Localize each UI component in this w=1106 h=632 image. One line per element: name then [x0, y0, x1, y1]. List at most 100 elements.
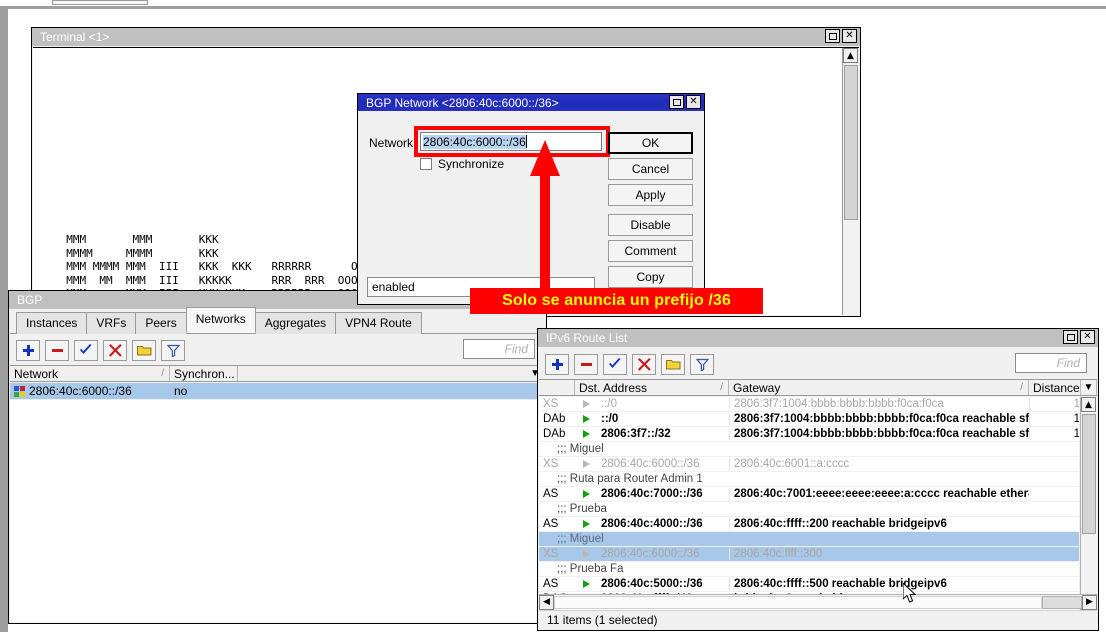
column-chooser[interactable]: ▼	[1081, 380, 1097, 395]
terminal-scrollbar[interactable]: ▲	[842, 48, 859, 315]
table-row[interactable]: DAb2806:3f7::/322806:3f7:1004:bbbb:bbbb:…	[539, 427, 1079, 442]
table-row[interactable]: AS2806:40c:7000::/362806:40c:7001:eeee:e…	[539, 487, 1079, 502]
table-row[interactable]: AS2806:40c:4000::/362806:40c:ffff::200 r…	[539, 517, 1079, 532]
route-comment-text: ;;; Prueba Fa	[539, 563, 1079, 575]
column-distance[interactable]: Distance	[1029, 380, 1081, 395]
column-gateway[interactable]: Gateway /	[729, 380, 1029, 395]
cell-flags: AS	[539, 578, 575, 590]
maximize-icon[interactable]	[1063, 330, 1078, 344]
maximize-icon[interactable]	[825, 29, 840, 43]
route-status-bar: 11 items (1 selected)	[539, 610, 1097, 629]
route-list-titlebar[interactable]: IPv6 Route List ✕	[538, 329, 1098, 347]
bgp-grid-body[interactable]: 2806:40c:6000::/36 no	[10, 383, 545, 622]
cell-flags: AS	[539, 518, 575, 530]
ipv6-route-list-window[interactable]: IPv6 Route List ✕ Find Dst. Address	[537, 328, 1099, 631]
comment-icon[interactable]	[132, 340, 156, 361]
cell-distance: 1	[1029, 398, 1079, 410]
column-dst-address-label: Dst. Address	[579, 381, 647, 395]
table-row[interactable]: 2806:40c:6000::/36 no	[10, 383, 545, 400]
tab-aggregates[interactable]: Aggregates	[255, 312, 336, 334]
check-icon[interactable]	[74, 340, 98, 361]
cancel-button[interactable]: Cancel	[608, 158, 693, 180]
route-comment-row[interactable]: ;;; Prueba Fa	[539, 562, 1079, 577]
funnel-icon[interactable]	[161, 340, 185, 361]
route-list-window-controls[interactable]: ✕	[1063, 330, 1095, 344]
bgp-tabbar[interactable]: Instances VRFs Peers Networks Aggregates…	[10, 310, 545, 334]
bgp-toolbar[interactable]: Find	[10, 335, 545, 365]
synchronize-checkbox-row[interactable]: Synchronize	[420, 157, 504, 171]
tab-vpn4-route[interactable]: VPN4 Route	[335, 312, 422, 334]
scroll-right-icon[interactable]: ▶	[1082, 595, 1097, 610]
column-synchronize[interactable]: Synchron...	[170, 366, 238, 381]
route-grid-body[interactable]: XS::/02806:3f7:1004:bbbb:bbbb:bbbb:f0ca:…	[539, 397, 1079, 614]
cell-flags: XS	[539, 398, 575, 410]
column-network[interactable]: Network /	[10, 366, 170, 381]
tab-vrfs[interactable]: VRFs	[86, 312, 136, 334]
bgp-find-input[interactable]: Find	[463, 339, 535, 359]
route-comment-text: ;;; Miguel	[539, 443, 1079, 455]
tab-peers[interactable]: Peers	[135, 312, 186, 334]
route-vertical-scrollbar[interactable]: ▲ ▼	[1080, 397, 1097, 614]
scroll-up-icon[interactable]: ▲	[843, 48, 858, 63]
cell-network-text: 2806:40c:6000::/36	[29, 384, 132, 398]
bgp-grid-header: Network / Synchron... ▼	[10, 365, 545, 382]
terminal-window-controls[interactable]: ✕	[825, 29, 857, 43]
route-find-input[interactable]: Find	[1015, 353, 1087, 373]
route-horizontal-scrollbar[interactable]: ◀ ▶	[539, 594, 1097, 609]
cell-gateway: 2806:40c:7001:eeee:eeee:eeee:a:cccc reac…	[729, 488, 1029, 500]
scrollbar-thumb[interactable]	[1082, 414, 1096, 534]
route-comment-row[interactable]: ;;; Miguel	[539, 532, 1079, 547]
close-icon[interactable]: ✕	[1080, 330, 1095, 344]
x-icon[interactable]	[103, 340, 127, 361]
tab-networks[interactable]: Networks	[186, 307, 256, 333]
cell-synchronize: no	[170, 384, 238, 398]
apply-button[interactable]: Apply	[608, 184, 693, 206]
synchronize-checkbox[interactable]	[420, 158, 432, 170]
scroll-up-icon[interactable]: ▲	[1081, 397, 1096, 412]
disable-button[interactable]: Disable	[608, 214, 693, 236]
x-icon[interactable]	[632, 354, 656, 375]
maximize-icon[interactable]	[669, 95, 684, 109]
ok-button[interactable]: OK	[608, 132, 693, 154]
route-list-toolbar[interactable]: Find	[539, 349, 1097, 379]
comment-button[interactable]: Comment	[608, 240, 693, 262]
route-comment-row[interactable]: ;;; Miguel	[539, 442, 1079, 457]
scroll-left-icon[interactable]: ◀	[539, 595, 554, 610]
toolbar-stub	[52, 0, 148, 5]
h-scroll-track[interactable]	[554, 596, 1042, 609]
route-direction-icon	[575, 460, 597, 468]
mouse-cursor	[903, 583, 917, 605]
route-comment-row[interactable]: ;;; Prueba	[539, 502, 1079, 517]
funnel-icon[interactable]	[690, 354, 714, 375]
column-extra[interactable]: ▼	[238, 366, 545, 381]
h-scroll-thumb[interactable]	[1042, 596, 1082, 609]
chevron-down-icon[interactable]: ▼	[1084, 382, 1094, 393]
column-dst-address[interactable]: Dst. Address /	[575, 380, 729, 395]
dialog-titlebar[interactable]: BGP Network <2806:40c:6000::/36> ✕	[358, 94, 704, 111]
plus-icon[interactable]	[545, 354, 569, 375]
table-row[interactable]: XS::/02806:3f7:1004:bbbb:bbbb:bbbb:f0ca:…	[539, 397, 1079, 412]
table-row[interactable]: DAb::/02806:3f7:1004:bbbb:bbbb:bbbb:f0ca…	[539, 412, 1079, 427]
close-icon[interactable]: ✕	[842, 29, 857, 43]
route-direction-icon	[575, 490, 597, 498]
dialog-window-controls[interactable]: ✕	[669, 95, 701, 109]
table-row[interactable]: AS2806:40c:5000::/362806:40c:ffff::500 r…	[539, 577, 1079, 592]
bgp-window[interactable]: BGP Instances VRFs Peers Networks Aggreg…	[8, 290, 547, 624]
minus-icon[interactable]	[45, 340, 69, 361]
bgp-title: BGP	[17, 293, 42, 307]
cell-dst-address: 2806:40c:6000::/36	[597, 548, 729, 560]
terminal-titlebar[interactable]: Terminal <1> ✕	[32, 28, 860, 46]
check-icon[interactable]	[603, 354, 627, 375]
table-row[interactable]: XS2806:40c:6000::/362806:40c:6001::a:ccc…	[539, 457, 1079, 472]
table-row[interactable]: XS2806:40c:6000::/362806:40c:ffff::300	[539, 547, 1079, 562]
close-icon[interactable]: ✕	[686, 95, 701, 109]
minus-icon[interactable]	[574, 354, 598, 375]
column-flags[interactable]	[539, 380, 575, 395]
tab-instances[interactable]: Instances	[16, 312, 87, 334]
plus-icon[interactable]	[16, 340, 40, 361]
scrollbar-thumb[interactable]	[844, 65, 858, 220]
comment-icon[interactable]	[661, 354, 685, 375]
route-comment-row[interactable]: ;;; Ruta para Router Admin 1	[539, 472, 1079, 487]
annotation-banner: Solo se anuncia un prefijo /36	[470, 288, 763, 314]
copy-button[interactable]: Copy	[608, 266, 693, 288]
